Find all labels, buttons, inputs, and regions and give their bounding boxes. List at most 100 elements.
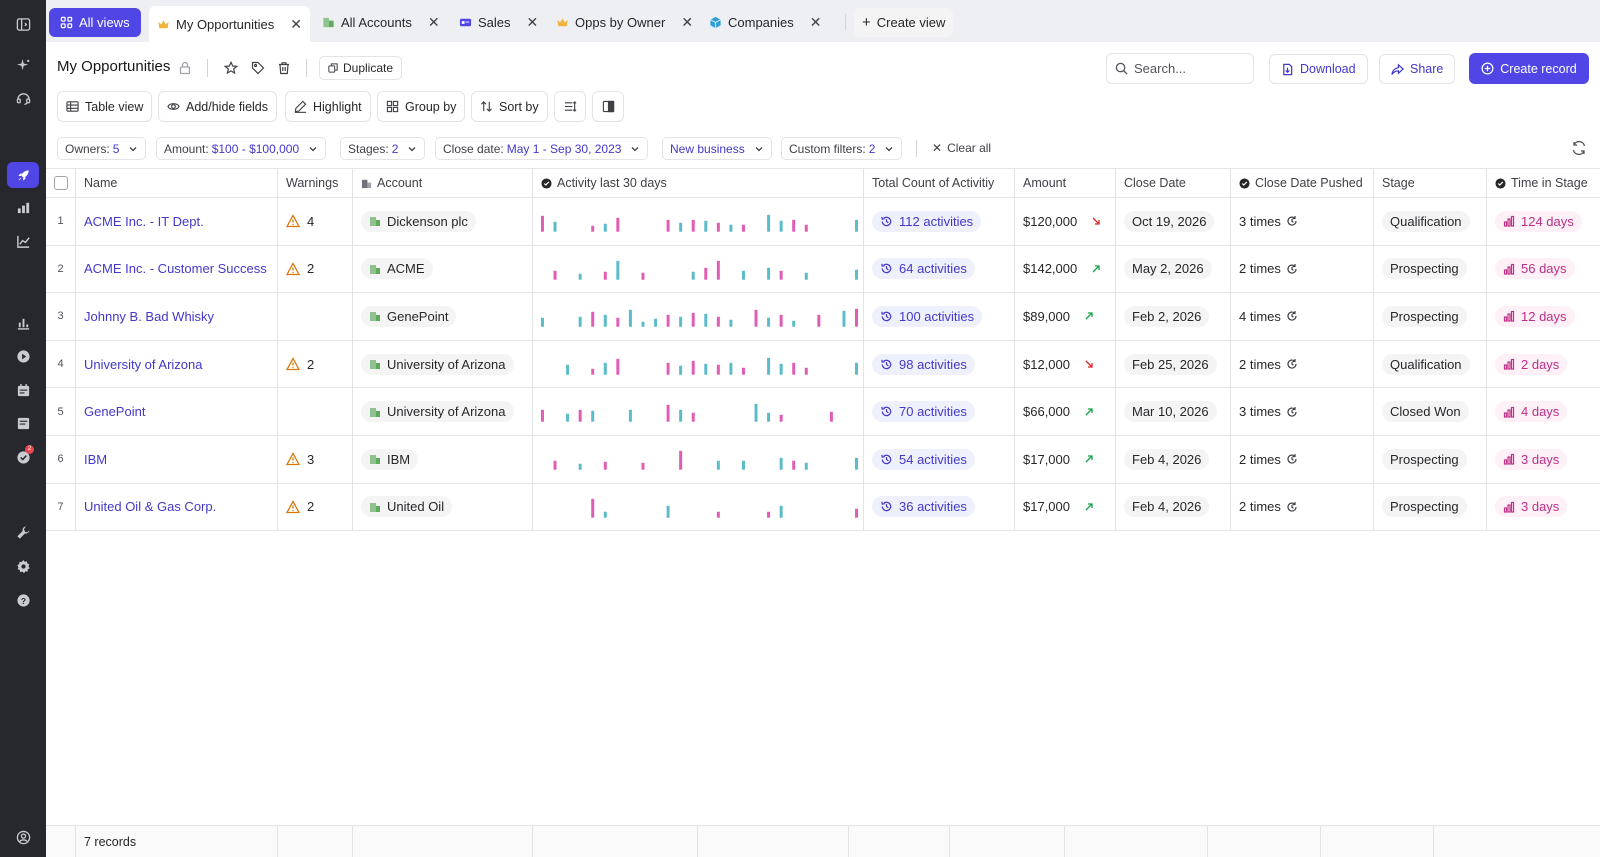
- table-view-button[interactable]: Table view: [57, 91, 153, 122]
- tag-icon[interactable]: [249, 59, 267, 77]
- column-header-name[interactable]: Name: [76, 169, 278, 197]
- tasks-icon[interactable]: 2: [11, 445, 35, 469]
- activities-chip[interactable]: 54 activities: [872, 448, 975, 470]
- sort-by-button[interactable]: Sort by: [471, 91, 548, 122]
- settings-icon[interactable]: [11, 554, 35, 578]
- all-views-button[interactable]: All views: [49, 8, 141, 37]
- column-header-close-date[interactable]: Close Date: [1116, 169, 1231, 197]
- card-icon: [459, 18, 472, 27]
- table-row[interactable]: 1 ACME Inc. - IT Dept. 4 Dickenson plc 112 a…: [46, 198, 1600, 246]
- activities-chip[interactable]: 100 activities: [872, 305, 983, 327]
- table-row[interactable]: 2 ACME Inc. - Customer Success 2 ACME 64 act…: [46, 245, 1600, 294]
- table-row[interactable]: 3 Johnny B. Bad Whisky GenePoint 100 activi…: [46, 293, 1600, 341]
- activities-chip[interactable]: 70 activities: [872, 401, 975, 423]
- close-icon[interactable]: ✕: [290, 16, 302, 33]
- select-all-checkbox[interactable]: [53, 176, 68, 190]
- close-date-cell: Feb 2, 2026: [1116, 293, 1231, 340]
- tab-my-opportunities[interactable]: My Opportunities ✕: [149, 6, 310, 42]
- opportunity-name-link[interactable]: University of Arizona: [84, 357, 203, 372]
- account-chip[interactable]: Dickenson plc: [361, 210, 476, 232]
- rocket-icon[interactable]: [7, 162, 39, 188]
- panel-button[interactable]: [592, 91, 624, 122]
- table-row[interactable]: 5 GenePoint University of Arizona 70 activi…: [46, 388, 1600, 436]
- line-chart-icon[interactable]: [11, 229, 35, 253]
- footer-cell: [533, 826, 698, 857]
- tab-opps-by-owner[interactable]: Opps by Owner ✕: [548, 8, 701, 37]
- table-row[interactable]: 4 University of Arizona 2 University of Ari…: [46, 340, 1600, 389]
- close-icon[interactable]: ✕: [810, 14, 822, 31]
- share-button[interactable]: Share: [1379, 54, 1456, 84]
- help-icon[interactable]: ?: [11, 588, 35, 612]
- close-icon[interactable]: ✕: [428, 14, 440, 31]
- agent-icon[interactable]: [11, 86, 35, 110]
- column-header-warnings[interactable]: Warnings: [278, 169, 353, 197]
- calendar-icon[interactable]: [11, 378, 35, 402]
- stats-icon[interactable]: [11, 311, 35, 335]
- tab-companies[interactable]: Companies ✕: [701, 8, 830, 37]
- clear-all-button[interactable]: ✕ Clear all: [932, 141, 991, 155]
- column-header-activity[interactable]: Activity last 30 days: [533, 169, 864, 197]
- filter-amount[interactable]: Amount: $100 - $100,000: [156, 137, 327, 160]
- bar-chart-icon[interactable]: [11, 195, 35, 219]
- activities-chip[interactable]: 64 activities: [872, 258, 975, 280]
- column-header-close-date-pushed[interactable]: Close Date Pushed: [1231, 169, 1374, 197]
- column-header-stage[interactable]: Stage: [1374, 169, 1487, 197]
- add-hide-fields-button[interactable]: Add/hide fields: [158, 91, 278, 122]
- activities-chip[interactable]: 98 activities: [872, 353, 975, 375]
- table-row[interactable]: 6 IBM 3 IBM 54 activities $17,000 Feb 4, 2026 2…: [46, 436, 1600, 484]
- filter-deal-type[interactable]: New business: [662, 137, 772, 160]
- notes-icon[interactable]: [11, 411, 35, 435]
- column-header-time-in-stage[interactable]: Time in Stage: [1487, 169, 1600, 197]
- filter-owners[interactable]: Owners: 5: [57, 137, 147, 160]
- account-chip[interactable]: ACME: [361, 258, 433, 280]
- account-chip[interactable]: University of Arizona: [361, 353, 514, 375]
- tab-sales[interactable]: Sales ✕: [451, 8, 546, 37]
- highlight-button[interactable]: Highlight: [285, 91, 371, 122]
- trash-icon[interactable]: [275, 59, 293, 77]
- tab-all-accounts[interactable]: All Accounts ✕: [314, 8, 448, 37]
- opportunity-name-link[interactable]: GenePoint: [84, 404, 145, 419]
- download-button[interactable]: Download: [1269, 54, 1368, 84]
- search-box[interactable]: [1106, 53, 1254, 84]
- warning-icon: [286, 500, 300, 514]
- column-header-total-count[interactable]: Total Count of Activitiy: [864, 169, 1015, 197]
- filter-close-date[interactable]: Close date: May 1 - Sep 30, 2023: [435, 137, 649, 160]
- close-icon[interactable]: ✕: [681, 14, 693, 31]
- opportunity-name-link[interactable]: Johnny B. Bad Whisky: [84, 309, 214, 324]
- opportunity-name-link[interactable]: IBM: [84, 452, 107, 467]
- create-record-button[interactable]: Create record: [1469, 53, 1589, 84]
- column-header-account[interactable]: Account: [353, 169, 533, 197]
- profile-icon[interactable]: [11, 825, 35, 849]
- filter-stages[interactable]: Stages: 2: [340, 137, 426, 160]
- refresh-icon[interactable]: [1571, 140, 1587, 156]
- play-icon[interactable]: [11, 344, 35, 368]
- time-in-stage-cell: 3 days: [1487, 436, 1600, 483]
- column-header-amount[interactable]: Amount: [1015, 169, 1116, 197]
- group-by-button[interactable]: Group by: [377, 91, 466, 122]
- search-input[interactable]: [1134, 61, 1244, 76]
- row-height-button[interactable]: [554, 91, 586, 122]
- activities-chip[interactable]: 112 activities: [872, 210, 982, 232]
- create-view-button[interactable]: + Create view: [854, 8, 954, 37]
- opportunity-name-link[interactable]: United Oil & Gas Corp.: [84, 499, 216, 514]
- total-activities-cell: 36 activities: [864, 483, 1015, 531]
- star-icon[interactable]: [222, 59, 240, 77]
- column-label: Total Count of Activitiy: [872, 176, 995, 190]
- account-chip[interactable]: United Oil: [361, 496, 453, 518]
- table-row[interactable]: 7 United Oil & Gas Corp. 2 United Oil 36 act…: [46, 483, 1600, 532]
- opportunity-name-link[interactable]: ACME Inc. - Customer Success: [84, 261, 267, 276]
- activities-chip[interactable]: 36 activities: [872, 496, 975, 518]
- account-name: University of Arizona: [387, 356, 506, 372]
- close-date-cell: May 2, 2026: [1116, 245, 1231, 293]
- activity-bar: [779, 363, 783, 375]
- duplicate-button[interactable]: Duplicate: [319, 56, 403, 80]
- account-chip[interactable]: University of Arizona: [361, 401, 514, 423]
- sidebar-toggle-icon[interactable]: [11, 12, 35, 36]
- account-chip[interactable]: IBM: [361, 448, 419, 470]
- filter-custom[interactable]: Custom filters: 2: [781, 137, 903, 160]
- opportunity-name-link[interactable]: ACME Inc. - IT Dept.: [84, 214, 204, 229]
- wrench-icon[interactable]: [11, 520, 35, 544]
- sparkle-icon[interactable]: [11, 53, 35, 77]
- close-icon[interactable]: ✕: [527, 14, 539, 31]
- account-chip[interactable]: GenePoint: [361, 305, 457, 327]
